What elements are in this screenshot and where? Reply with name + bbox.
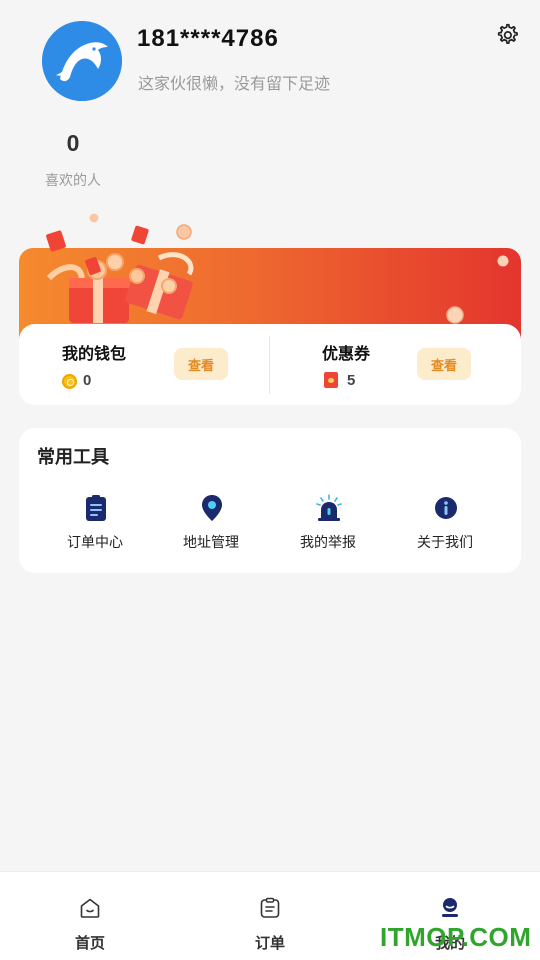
info-icon [435, 497, 457, 519]
location-pin-icon [202, 495, 222, 521]
clipboard-list-icon [86, 495, 106, 521]
tool-about-us[interactable]: 关于我们 [390, 494, 500, 556]
wallet-card: 我的钱包 0 查看 优惠券 5 查看 [19, 324, 521, 405]
red-packet-icon [324, 372, 338, 388]
wallet-balance: 0 [83, 372, 92, 389]
user-phone: 181****4786 [137, 25, 279, 52]
nav-label: 首页 [74, 934, 105, 952]
nav-item-home[interactable]: 首页 [30, 872, 150, 960]
tool-my-reports[interactable]: 我的举报 [273, 494, 383, 556]
tool-label: 订单中心 [67, 535, 123, 551]
tools-card: 常用工具 订单中心 地址管理 我的举报 关于我们 [19, 428, 521, 573]
tool-label: 我的举报 [300, 535, 356, 551]
tools-title: 常用工具 [37, 447, 109, 468]
tool-order-center[interactable]: 订单中心 [40, 494, 150, 556]
tool-label: 地址管理 [183, 535, 239, 551]
order-icon [260, 897, 280, 918]
wallet-view-button[interactable]: 查看 [174, 348, 228, 380]
nav-item-orders[interactable]: 订单 [210, 872, 330, 960]
nav-label: 订单 [254, 934, 285, 952]
alarm-siren-icon [316, 494, 342, 521]
tool-label: 关于我们 [417, 535, 473, 551]
coupon-view-button[interactable]: 查看 [417, 348, 471, 380]
coupon-count: 5 [347, 372, 356, 389]
likes-count[interactable]: 0 [42, 130, 104, 157]
user-bio: 这家伙很懒，没有留下足迹 [138, 74, 331, 93]
likes-label: 喜欢的人 [45, 173, 101, 189]
settings-button[interactable] [494, 22, 520, 48]
avatar[interactable] [42, 21, 122, 101]
home-icon [80, 898, 100, 918]
tool-address-management[interactable]: 地址管理 [156, 494, 266, 556]
coin-icon [62, 374, 77, 389]
coupon-title: 优惠券 [322, 344, 371, 363]
wallet-title: 我的钱包 [62, 344, 127, 363]
profile-icon [442, 898, 458, 917]
divider [269, 336, 270, 394]
watermark: ITMOP.COM [380, 922, 532, 952]
dolphin-icon [42, 21, 122, 101]
gear-icon [497, 23, 518, 44]
